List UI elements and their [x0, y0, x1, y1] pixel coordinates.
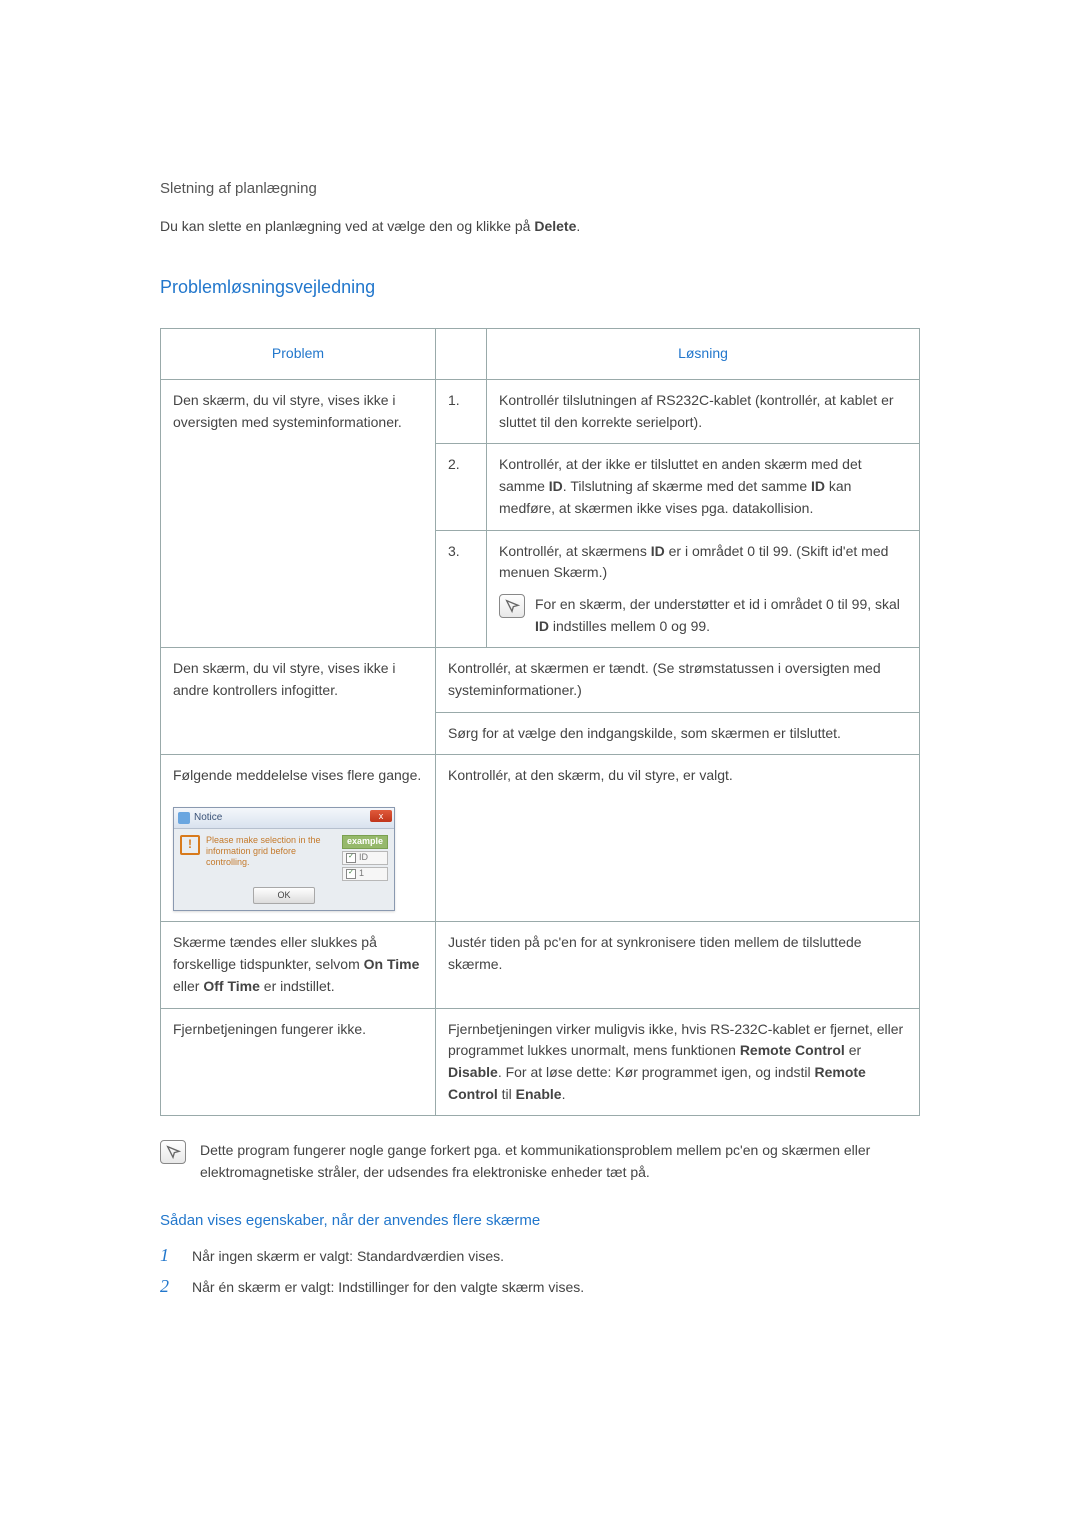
bold-id: ID — [535, 618, 549, 634]
solution-cell: Kontrollér, at der ikke er tilsluttet en… — [487, 444, 920, 530]
solution-num: 3. — [436, 530, 487, 648]
list-item: 1 Når ingen skærm er valgt: Standardværd… — [160, 1245, 920, 1266]
paragraph-delete-plan: Du kan slette en planlægning ved at vælg… — [160, 215, 920, 237]
problem-cell: Den skærm, du vil styre, vises ikke i an… — [161, 648, 436, 755]
chip-example: example — [342, 835, 388, 849]
ok-button[interactable]: OK — [253, 887, 315, 905]
solution-cell: Kontrollér tilslutningen af RS232C-kable… — [487, 380, 920, 444]
solution-num: 1. — [436, 380, 487, 444]
troubleshooting-table: Problem Løsning Den skærm, du vil styre,… — [160, 328, 920, 1116]
text: er indstillet. — [260, 978, 335, 994]
list-number: 1 — [160, 1245, 176, 1266]
th-num — [436, 329, 487, 380]
text: For en skærm, der understøtter et id i o… — [535, 596, 900, 612]
text: 1 — [359, 867, 364, 881]
note-text: For en skærm, der understøtter et id i o… — [535, 594, 907, 637]
text: Kontrollér, at skærmens — [499, 543, 651, 559]
bold-delete: Delete — [534, 218, 576, 234]
text: indstilles mellem 0 og 99. — [549, 618, 710, 634]
list-text: Når ingen skærm er valgt: Standardværdie… — [192, 1248, 504, 1264]
problem-cell: Følgende meddelelse vises flere gange. N… — [161, 755, 436, 922]
text: Skærme tændes eller slukkes på forskelli… — [173, 934, 377, 972]
dialog-title-text: Notice — [194, 810, 222, 826]
solution-cell: Sørg for at vælge den indgangskilde, som… — [436, 712, 920, 755]
solution-cell: Kontrollér, at den skærm, du vil styre, … — [436, 755, 920, 922]
numbered-list: 1 Når ingen skærm er valgt: Standardværd… — [160, 1245, 920, 1297]
chip-id: ✓ID — [342, 851, 388, 865]
close-icon[interactable]: x — [370, 810, 392, 822]
text: . — [562, 1086, 566, 1102]
text: Du kan slette en planlægning ved at vælg… — [160, 218, 534, 234]
th-solution: Løsning — [487, 329, 920, 380]
dialog-titlebar: Notice x — [174, 808, 394, 829]
th-problem: Problem — [161, 329, 436, 380]
bold-disable: Disable — [448, 1064, 498, 1080]
list-item: 2 Når én skærm er valgt: Indstillinger f… — [160, 1276, 920, 1297]
footer-note: Dette program fungerer nogle gange forke… — [160, 1140, 920, 1183]
solution-num: 2. — [436, 444, 487, 530]
footer-note-text: Dette program fungerer nogle gange forke… — [200, 1140, 920, 1183]
bold-id: ID — [651, 543, 665, 559]
text: til — [498, 1086, 516, 1102]
bold-remote-control: Remote Control — [740, 1042, 845, 1058]
bold-enable: Enable — [516, 1086, 562, 1102]
note-row: For en skærm, der understøtter et id i o… — [499, 594, 907, 637]
list-text: Når én skærm er valgt: Indstillinger for… — [192, 1279, 584, 1295]
text: . For at løse dette: Kør programmet igen… — [498, 1064, 815, 1080]
note-icon — [160, 1140, 186, 1164]
subsection-title-properties: Sådan vises egenskaber, når der anvendes… — [160, 1212, 920, 1229]
solution-cell: Kontrollér, at skærmens ID er i området … — [487, 530, 920, 648]
checkbox-icon: ✓ — [346, 869, 356, 879]
text: . Tilslutning af skærme med det samme — [563, 478, 811, 494]
problem-cell: Skærme tændes eller slukkes på forskelli… — [161, 922, 436, 1008]
bold-id: ID — [549, 478, 563, 494]
text: eller — [173, 978, 203, 994]
problem-cell: Fjernbetjeningen fungerer ikke. — [161, 1008, 436, 1116]
bold-on-time: On Time — [364, 956, 420, 972]
warning-icon: ! — [180, 835, 200, 855]
text: er — [845, 1042, 861, 1058]
solution-cell: Justér tiden på pc'en for at synkroniser… — [436, 922, 920, 1008]
checkbox-icon: ✓ — [346, 853, 356, 863]
subheading-delete-plan: Sletning af planlægning — [160, 180, 920, 197]
bold-off-time: Off Time — [203, 978, 260, 994]
text: Følgende meddelelse vises flere gange. — [173, 767, 421, 783]
chip-one: ✓1 — [342, 867, 388, 881]
note-icon — [499, 594, 525, 618]
list-number: 2 — [160, 1276, 176, 1297]
dialog-app-icon — [178, 812, 190, 824]
dialog-message: Please make selection in the information… — [206, 835, 336, 881]
dialog-notice: Notice x ! Please make selection in the … — [173, 807, 395, 911]
solution-cell: Kontrollér, at skærmen er tændt. (Se str… — [436, 648, 920, 712]
problem-cell: Den skærm, du vil styre, vises ikke i ov… — [161, 380, 436, 648]
text: ID — [359, 851, 368, 865]
text: . — [576, 218, 580, 234]
solution-cell: Fjernbetjeningen virker muligvis ikke, h… — [436, 1008, 920, 1116]
bold-id: ID — [811, 478, 825, 494]
section-title-troubleshooting: Problemløsningsvejledning — [160, 277, 920, 298]
